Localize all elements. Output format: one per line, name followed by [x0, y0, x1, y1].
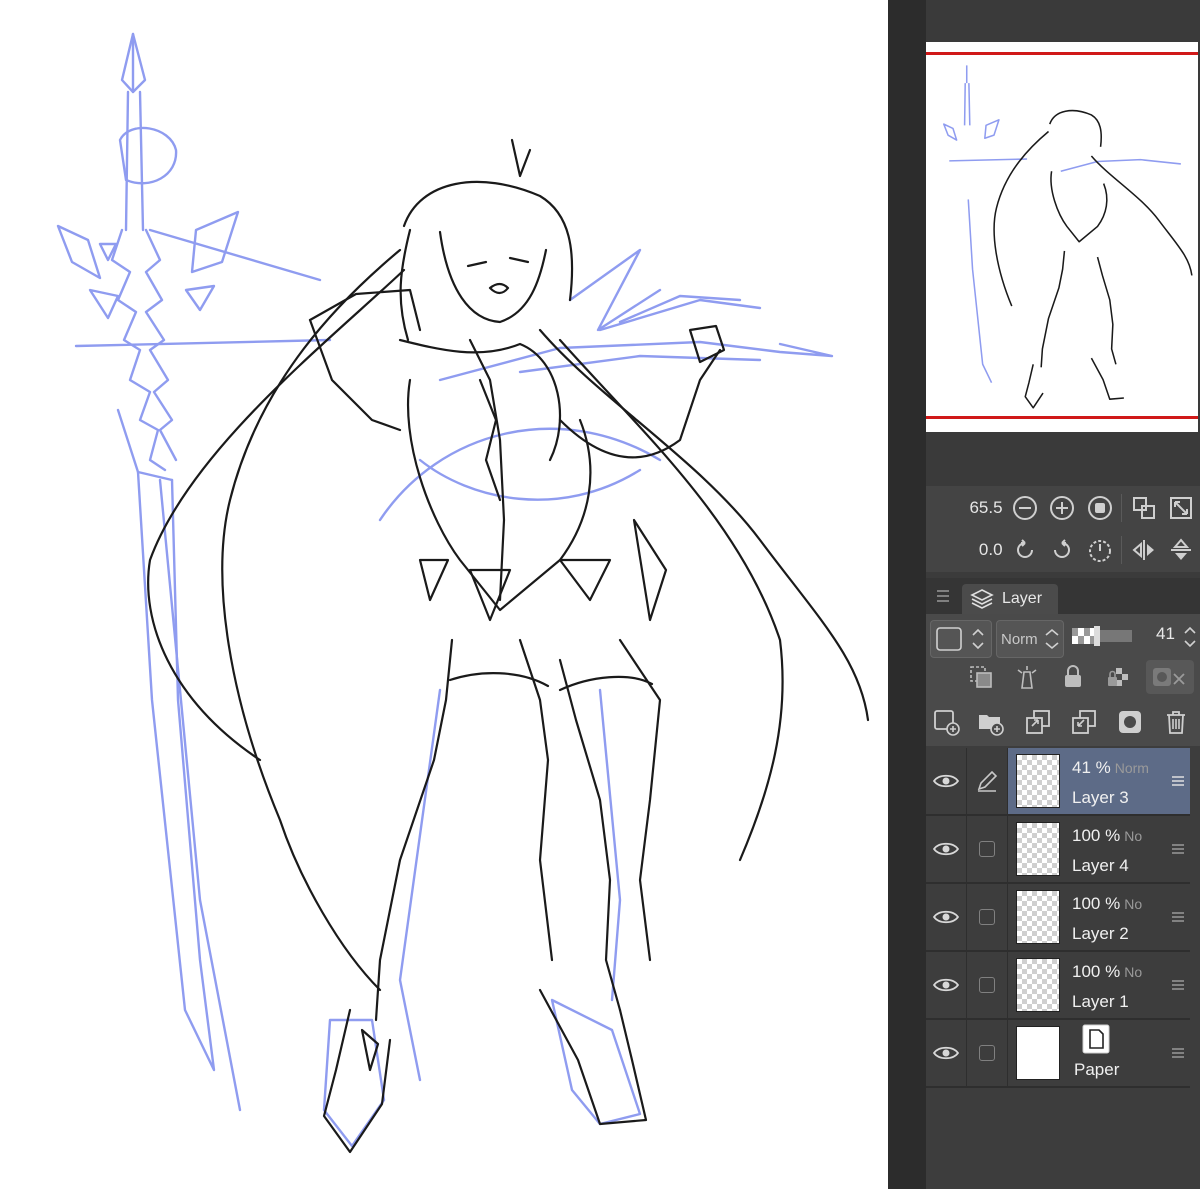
zoom-out-icon[interactable]: [1007, 489, 1044, 527]
fit-window-icon[interactable]: [1163, 489, 1200, 527]
layer-row[interactable]: 100 % No Layer 1: [926, 952, 1190, 1020]
create-layer-mask-icon[interactable]: [1112, 704, 1148, 740]
layer-name: Layer 1: [1072, 992, 1129, 1011]
navigator-preview[interactable]: [926, 42, 1198, 432]
merge-with-lower-layer-icon[interactable]: [1066, 704, 1102, 740]
visibility-eye-icon[interactable]: [926, 1020, 967, 1086]
flip-horizontal-icon[interactable]: [1125, 531, 1162, 569]
layer-mask-toggle-icon[interactable]: [1146, 660, 1194, 694]
opacity-stepper-icon[interactable]: [1182, 622, 1198, 657]
navigator-view-frame-bottom: [926, 416, 1198, 419]
layer-opacity: 100 %: [1072, 826, 1121, 845]
layer-opacity: 100 %: [1072, 962, 1121, 981]
layer-opacity: 100 %: [1072, 894, 1121, 913]
layer-properties: Norm 41: [926, 614, 1200, 746]
layer-color-select[interactable]: [930, 620, 992, 658]
left-dock-strip: [888, 0, 926, 1189]
navigator-preview-image: [943, 65, 1193, 409]
layer-opacity-line: 41 % Norm: [1072, 758, 1149, 778]
layer-thumbnail: [1016, 1026, 1060, 1080]
layer-name: Layer 2: [1072, 924, 1129, 943]
layer-select-checkbox[interactable]: [967, 1020, 1008, 1086]
layer-menu-icon[interactable]: [1172, 910, 1184, 922]
transfer-to-lower-layer-icon[interactable]: [1020, 704, 1056, 740]
layer-info[interactable]: 100 % No Layer 1: [1008, 952, 1190, 1018]
layer-opacity-line: 100 % No: [1072, 962, 1142, 982]
navigator-toolbar: 65.5 0.0: [926, 486, 1200, 572]
layer-menu-icon[interactable]: [1172, 774, 1184, 786]
layer-menu-icon[interactable]: [1172, 842, 1184, 854]
panel-menu-icon[interactable]: [936, 586, 950, 606]
layer-blend-mode: No: [1124, 828, 1143, 844]
layer-info[interactable]: 100 % No Layer 4: [1008, 816, 1190, 882]
zoom-value[interactable]: 65.5: [926, 498, 1007, 518]
visibility-eye-icon[interactable]: [926, 816, 967, 882]
layer-tabbar: Layer: [926, 578, 1200, 614]
layer-list: 41 % Norm Layer 3 100 % No Layer 4 100 % No…: [926, 746, 1200, 1189]
blend-mode-select[interactable]: Norm: [996, 620, 1064, 658]
actual-size-icon[interactable]: [1081, 489, 1118, 527]
lock-transparency-icon[interactable]: [1104, 662, 1134, 692]
blend-mode-value: Norm: [1001, 630, 1038, 648]
drawing-canvas[interactable]: [0, 0, 888, 1189]
layer-thumbnail: [1016, 822, 1060, 876]
paper-icon: [1082, 1024, 1110, 1054]
editing-pen-icon[interactable]: [967, 748, 1008, 814]
visibility-eye-icon[interactable]: [926, 884, 967, 950]
reference-layer-icon[interactable]: [1012, 662, 1042, 692]
sketch-artwork: [56, 32, 870, 1154]
flip-vertical-icon[interactable]: [1163, 531, 1200, 569]
layer-blend-mode: No: [1124, 896, 1143, 912]
layer-row[interactable]: 100 % No Layer 4: [926, 816, 1190, 884]
layer-info[interactable]: 41 % Norm Layer 3: [1008, 748, 1190, 814]
visibility-eye-icon[interactable]: [926, 952, 967, 1018]
layer-name: Layer 3: [1072, 788, 1129, 807]
tab-layer[interactable]: Layer: [962, 584, 1058, 614]
layer-thumbnail: [1016, 958, 1060, 1012]
opacity-value[interactable]: 41: [1156, 624, 1175, 644]
layer-select-checkbox[interactable]: [967, 952, 1008, 1018]
reset-rotation-icon[interactable]: [1081, 531, 1118, 569]
layer-menu-icon[interactable]: [1172, 978, 1184, 990]
layer-row[interactable]: 41 % Norm Layer 3: [926, 748, 1190, 816]
delete-layer-icon[interactable]: [1158, 704, 1194, 740]
layer-thumbnail: [1016, 890, 1060, 944]
layer-select-checkbox[interactable]: [967, 816, 1008, 882]
layer-thumbnail: [1016, 754, 1060, 808]
layer-name: Layer 4: [1072, 856, 1129, 875]
new-raster-layer-icon[interactable]: [928, 704, 964, 740]
layer-opacity-line: 100 % No: [1072, 826, 1142, 846]
layer-info[interactable]: Paper: [1008, 1020, 1190, 1086]
layer-blend-mode: Norm: [1114, 760, 1149, 776]
layer-select-checkbox[interactable]: [967, 884, 1008, 950]
zoom-in-icon[interactable]: [1044, 489, 1081, 527]
layer-opacity: 41 %: [1072, 758, 1111, 777]
layer-name: Paper: [1074, 1060, 1120, 1079]
layer-menu-icon[interactable]: [1172, 1046, 1184, 1058]
layer-opacity-line: 100 % No: [1072, 894, 1142, 914]
rotate-right-icon[interactable]: [1044, 531, 1081, 569]
clip-to-layer-icon[interactable]: [966, 662, 996, 692]
layer-row[interactable]: 100 % No Layer 2: [926, 884, 1190, 952]
paper-layer-row[interactable]: Paper: [926, 1020, 1190, 1088]
layer-info[interactable]: 100 % No Layer 2: [1008, 884, 1190, 950]
layer-blend-mode: No: [1124, 964, 1143, 980]
opacity-slider[interactable]: [1072, 624, 1134, 648]
new-folder-icon[interactable]: [972, 704, 1008, 740]
rotate-left-icon[interactable]: [1007, 531, 1044, 569]
visibility-eye-icon[interactable]: [926, 748, 967, 814]
rotate-value[interactable]: 0.0: [926, 540, 1007, 560]
navigator-view-frame-top: [926, 52, 1198, 55]
fit-to-screen-icon[interactable]: [1125, 489, 1162, 527]
tab-layer-label: Layer: [1002, 590, 1043, 607]
lock-layer-icon[interactable]: [1058, 662, 1088, 692]
layers-icon: [970, 587, 994, 611]
